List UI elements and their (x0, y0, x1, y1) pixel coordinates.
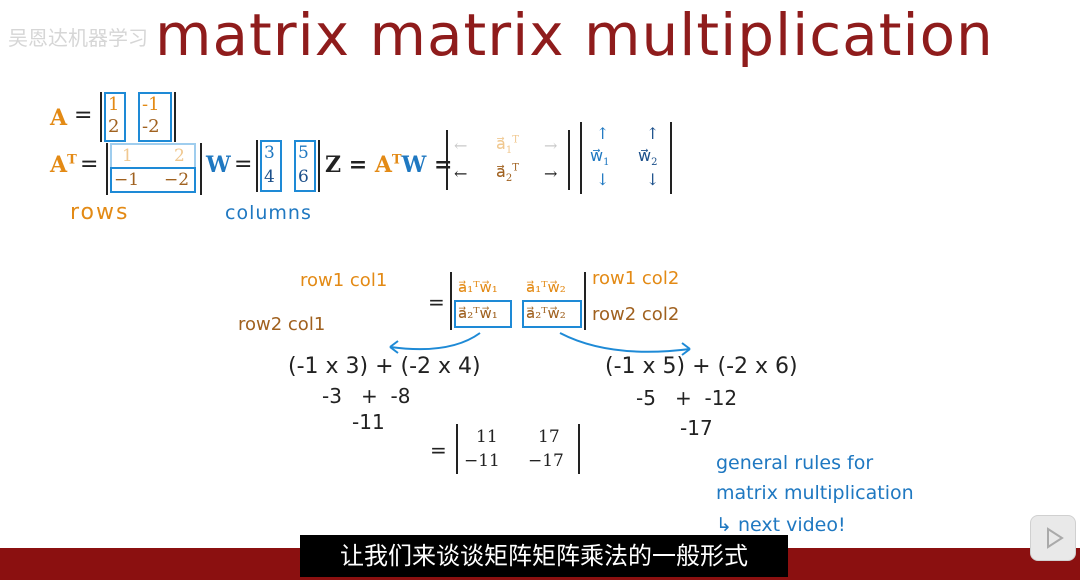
entry-21-highlight (454, 300, 512, 328)
matrix-at-cell: −1 (114, 170, 140, 190)
calc-left-expression: (-1 x 3) + (-2 x 4) (288, 354, 481, 379)
matrix-w-cell: 5 (298, 143, 309, 163)
row-vector-a2: a⃗2T (496, 162, 519, 185)
matrix-a-cell: 1 (108, 94, 120, 115)
matrix-w-cell: 6 (298, 167, 309, 187)
row-vector-a1: a⃗1T (496, 134, 519, 157)
note-matrix-multiplication: matrix multiplication (716, 482, 914, 504)
channel-watermark: 吴恩达机器学习 (8, 26, 148, 50)
calc-left-partials: -3 + -8 (322, 384, 411, 408)
calc-right-sum: -17 (680, 416, 713, 440)
matrix-at-cell: 2 (174, 146, 185, 166)
matrix-w: 3 4 5 6 (256, 140, 320, 192)
right-arrow-icon: → (544, 164, 558, 183)
matrix-a-equals: = (74, 103, 93, 128)
matrix-at-rows: ← a⃗1T → ← a⃗2T → (446, 130, 570, 190)
matrix-a-cell: 2 (108, 116, 120, 137)
right-arrow-icon: → (544, 136, 558, 155)
slide-title: matrix matrix multiplication (155, 1, 994, 69)
label-row1-col1: row1 col1 (300, 270, 388, 291)
entry-22-highlight (522, 300, 582, 328)
rows-annotation: rows (70, 200, 130, 225)
matrix-w-label: W (206, 152, 231, 178)
product-entry-12: a⃗₁ᵀw⃗₂ (526, 278, 566, 296)
product-equals: = (428, 290, 445, 314)
matrix-at-label: AT (50, 152, 77, 178)
result-equals: = (430, 438, 447, 462)
matrix-w-columns: ↑ w⃗1 ↓ ↑ w⃗2 ↓ (580, 122, 672, 194)
left-arrow-icon: ← (454, 164, 468, 183)
calc-right-expression: (-1 x 5) + (-2 x 6) (605, 354, 798, 379)
product-matrix: a⃗₁ᵀw⃗₁ a⃗₁ᵀw⃗₂ a⃗₂ᵀw⃗₁ a⃗₂ᵀw⃗₂ (450, 272, 586, 330)
note-general-rules: general rules for (716, 452, 874, 474)
result-cell: −11 (464, 451, 500, 471)
result-matrix: 11 17 −11 −17 (456, 424, 580, 474)
column-vector-w1: w⃗1 (590, 146, 610, 169)
play-button[interactable] (1030, 515, 1076, 561)
matrix-a: 1 2 -1 -2 (100, 92, 176, 142)
left-arrow-icon: ← (454, 136, 468, 155)
down-arrow-icon: ↓ (646, 170, 660, 189)
column-vector-w2: w⃗2 (638, 146, 658, 169)
matrix-w-equals: = (234, 152, 253, 177)
video-subtitle: 让我们来谈谈矩阵矩阵乘法的一般形式 (300, 535, 788, 577)
matrix-at-cell: 1 (122, 146, 133, 166)
calc-right-partials: -5 + -12 (636, 386, 738, 410)
down-arrow-icon: ↓ (596, 170, 610, 189)
up-arrow-icon: ↑ (646, 124, 660, 143)
matrix-w-cell: 4 (264, 167, 275, 187)
matrix-a-cell: -1 (142, 94, 160, 115)
columns-annotation: columns (225, 202, 312, 224)
matrix-at: 1 2 −1 −2 (106, 143, 202, 195)
label-row2-col1: row2 col1 (238, 314, 326, 335)
label-row1-col2: row1 col2 (592, 268, 680, 289)
label-row2-col2: row2 col2 (592, 304, 680, 325)
matrix-a-cell: -2 (142, 116, 160, 137)
matrix-at-cell: −2 (164, 170, 190, 190)
calc-left-sum: -11 (352, 410, 385, 434)
result-cell: 17 (538, 427, 560, 447)
play-icon (1047, 527, 1064, 549)
product-entry-11: a⃗₁ᵀw⃗₁ (458, 278, 498, 296)
matrix-a-label: A (50, 105, 68, 131)
result-cell: −17 (528, 451, 564, 471)
note-next-video: ↳ next video! (716, 514, 846, 536)
result-cell: 11 (476, 427, 498, 447)
up-arrow-icon: ↑ (596, 124, 610, 143)
matrix-at-equals: = (80, 152, 99, 177)
z-expression: Z = ATW = (325, 152, 453, 178)
matrix-w-cell: 3 (264, 143, 275, 163)
